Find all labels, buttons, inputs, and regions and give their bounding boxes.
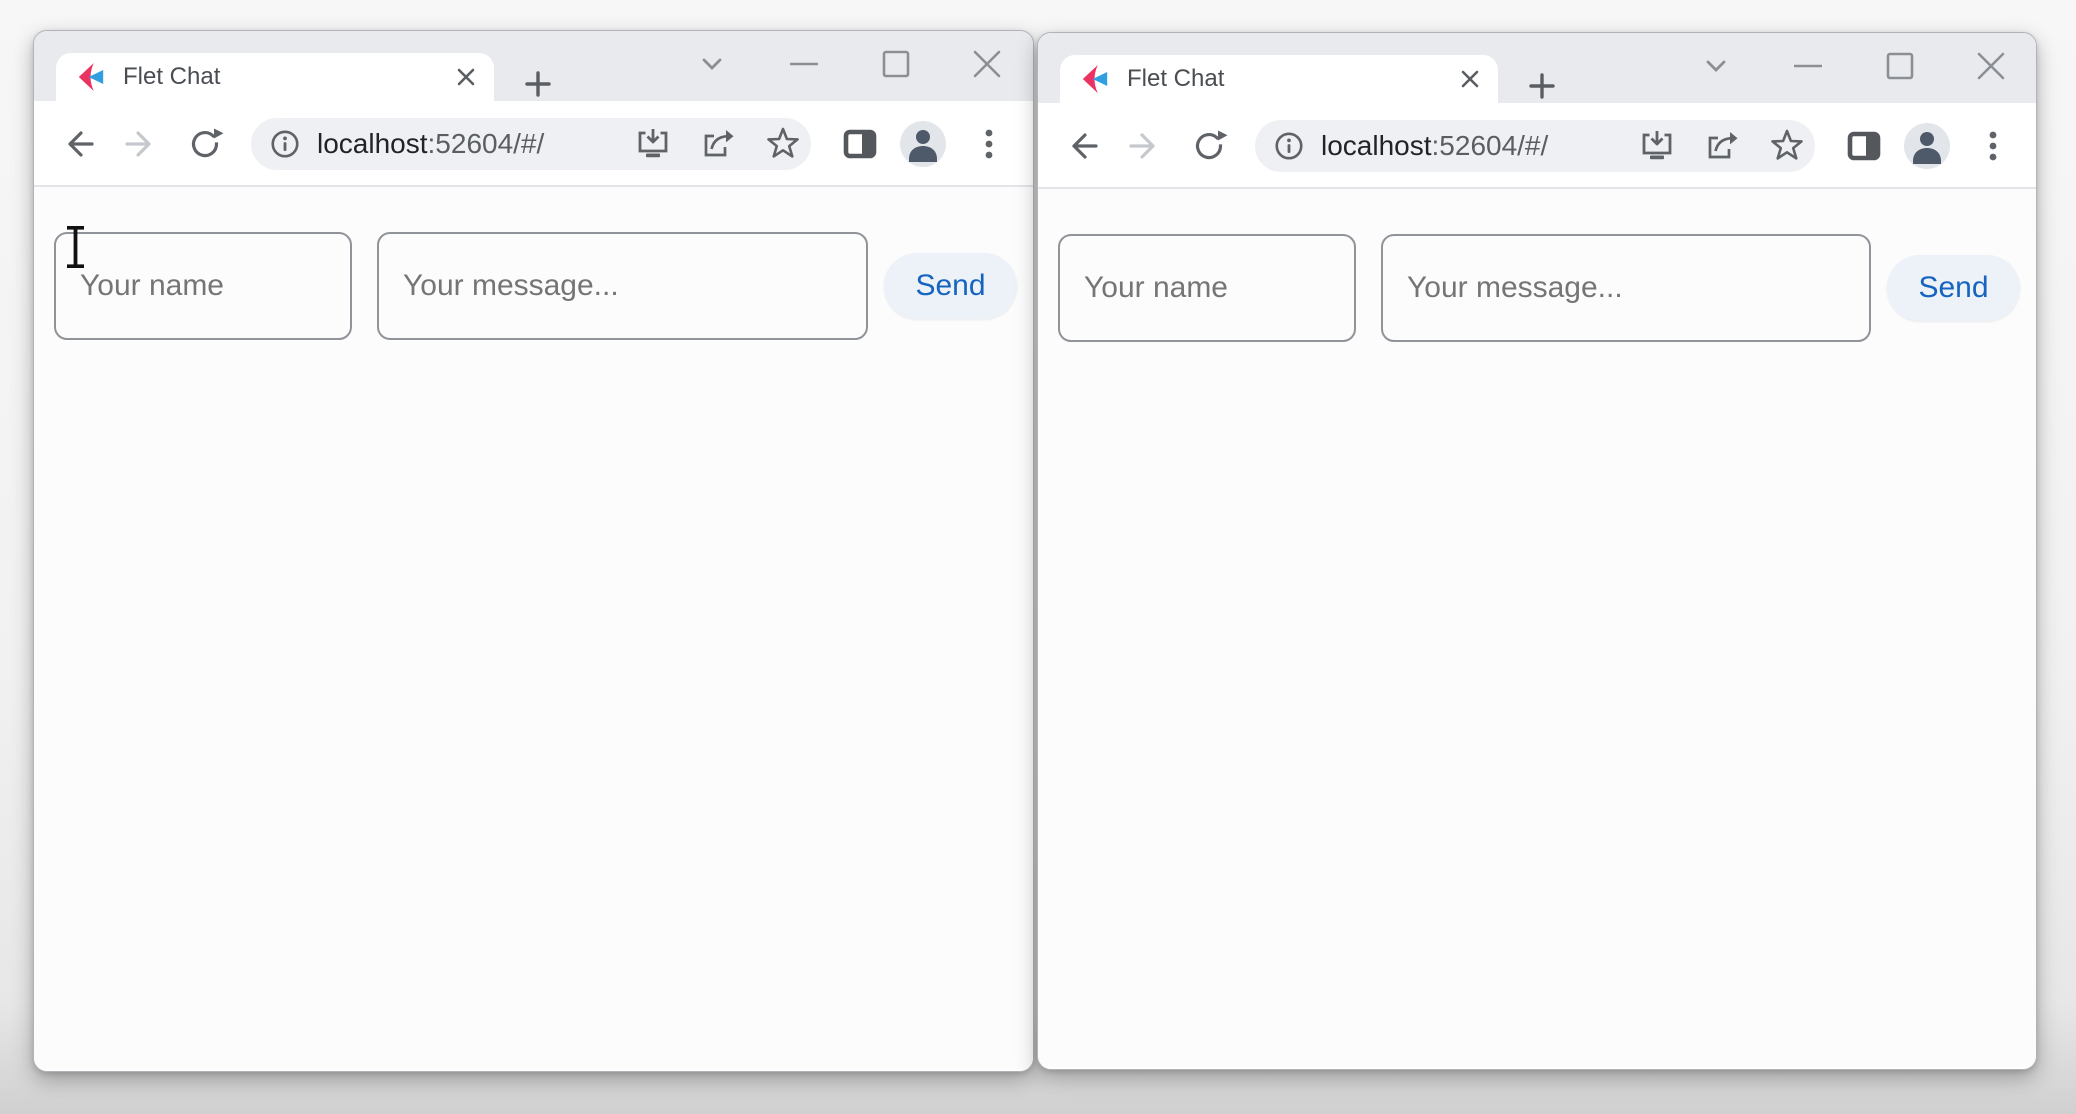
url-host: localhost <box>317 128 428 159</box>
profile-avatar[interactable] <box>1904 123 1950 169</box>
name-input[interactable] <box>54 232 352 340</box>
url-text[interactable]: localhost:52604/#/ <box>1321 130 1548 162</box>
text-cursor-pointer <box>64 224 88 270</box>
flet-logo-icon <box>76 62 106 92</box>
url-text[interactable]: localhost:52604/#/ <box>317 128 544 160</box>
browser-window-1: Flet Chat <box>33 30 1034 1072</box>
url-path: :52604/#/ <box>428 128 545 159</box>
site-info-icon[interactable] <box>1273 130 1305 162</box>
chat-form: Send <box>1038 189 2036 342</box>
minimize-button[interactable] <box>1791 49 1825 83</box>
tab-title: Flet Chat <box>123 63 454 91</box>
url-host: localhost <box>1321 130 1432 161</box>
profile-avatar[interactable] <box>900 121 946 167</box>
back-icon[interactable] <box>60 126 96 162</box>
tab-strip: Flet Chat <box>34 31 1033 101</box>
side-panel-icon[interactable] <box>842 126 878 162</box>
new-tab-button[interactable] <box>1525 69 1559 103</box>
install-app-icon[interactable] <box>635 126 671 162</box>
forward-icon[interactable] <box>1127 128 1163 164</box>
back-icon[interactable] <box>1064 128 1100 164</box>
tab-search-chevron-icon[interactable] <box>695 47 729 81</box>
bookmark-star-icon[interactable] <box>765 126 801 162</box>
close-button[interactable] <box>970 47 1004 81</box>
tab-title: Flet Chat <box>1127 65 1458 93</box>
chat-page: Send <box>34 187 1033 1069</box>
tab-close-icon[interactable] <box>1458 67 1482 91</box>
tab-search-chevron-icon[interactable] <box>1699 49 1733 83</box>
share-icon[interactable] <box>1703 128 1739 164</box>
bookmark-star-icon[interactable] <box>1769 128 1805 164</box>
site-info-icon[interactable] <box>269 128 301 160</box>
message-input[interactable] <box>1381 234 1871 342</box>
close-button[interactable] <box>1974 49 2008 83</box>
browser-window-2: Flet Chat <box>1037 32 2037 1070</box>
maximize-button[interactable] <box>879 47 913 81</box>
browser-tab[interactable]: Flet Chat <box>56 53 494 101</box>
share-icon[interactable] <box>699 126 735 162</box>
minimize-button[interactable] <box>787 47 821 81</box>
chat-page: Send <box>1038 189 2036 1067</box>
flet-logo-icon <box>1080 64 1110 94</box>
browser-toolbar: localhost:52604/#/ <box>1038 103 2036 189</box>
tab-strip: Flet Chat <box>1038 33 2036 103</box>
reload-icon[interactable] <box>1192 128 1228 164</box>
send-button[interactable]: Send <box>884 253 1017 319</box>
send-button[interactable]: Send <box>1887 255 2020 321</box>
install-app-icon[interactable] <box>1639 128 1675 164</box>
more-menu-icon[interactable] <box>971 126 1007 162</box>
tab-close-icon[interactable] <box>454 65 478 89</box>
url-path: :52604/#/ <box>1432 130 1549 161</box>
chat-form: Send <box>34 187 1033 340</box>
reload-icon[interactable] <box>188 126 224 162</box>
browser-tab[interactable]: Flet Chat <box>1060 55 1498 103</box>
maximize-button[interactable] <box>1883 49 1917 83</box>
forward-icon[interactable] <box>123 126 159 162</box>
side-panel-icon[interactable] <box>1846 128 1882 164</box>
message-input[interactable] <box>377 232 868 340</box>
browser-toolbar: localhost:52604/#/ <box>34 101 1033 187</box>
name-input[interactable] <box>1058 234 1356 342</box>
more-menu-icon[interactable] <box>1975 128 2011 164</box>
new-tab-button[interactable] <box>521 67 555 101</box>
